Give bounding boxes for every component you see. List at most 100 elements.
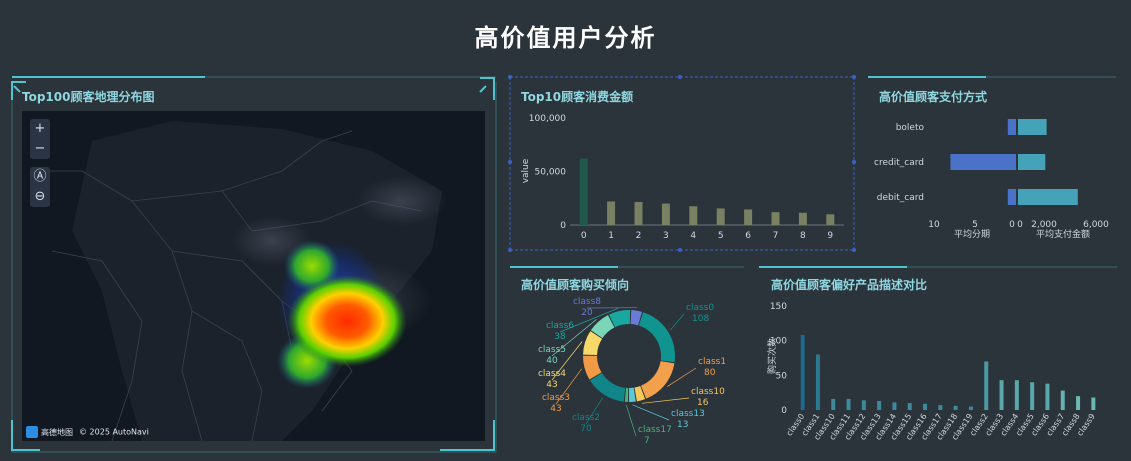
bar	[771, 212, 780, 225]
bar	[661, 203, 670, 225]
bar-payment-value	[1018, 154, 1046, 170]
pie-slice	[629, 387, 636, 402]
purchase-frame	[510, 266, 744, 268]
bar-installments	[1007, 119, 1016, 135]
x-tick-label: 1	[608, 231, 614, 241]
pie-label-name: class8	[573, 297, 601, 307]
left-tick-label: 0	[1009, 220, 1015, 230]
bar	[861, 400, 866, 410]
bar	[846, 398, 851, 410]
bar	[831, 398, 836, 410]
bar	[1091, 397, 1096, 410]
y-tick-label: 100,000	[529, 114, 566, 124]
product-chart: 050100150购买次数class0class1class10class11c…	[766, 302, 1097, 442]
pie-label-value: 20	[581, 308, 593, 318]
pie-label-value: 80	[704, 368, 716, 378]
payment-frame	[868, 76, 1116, 78]
view-controls: Ⓐ ⊖	[30, 167, 50, 207]
amap-logo-icon	[26, 426, 38, 438]
map-logo-text: 高德地图	[41, 427, 73, 437]
bar	[689, 206, 698, 225]
top10-chart: 0 50,000 100,000 value 0 1 2 3 4 5 6 7 8 9	[521, 114, 844, 241]
y-tick-label: 0	[781, 406, 787, 416]
x-tick-label: 8	[800, 231, 806, 241]
y-axis-label: value	[521, 158, 531, 183]
bar	[579, 158, 588, 225]
pie-label-name: class4	[538, 369, 566, 379]
pie-label-value: 43	[546, 380, 557, 390]
page-title: 高价值用户分析	[474, 24, 657, 52]
pie-label-leader	[625, 404, 637, 437]
map-copyright: © 2025 AutoNavi	[79, 427, 149, 437]
x-tick-label: 3	[663, 231, 669, 241]
bar	[907, 403, 912, 410]
product-frame	[759, 266, 1117, 268]
right-tick-label: 6,000	[1083, 220, 1109, 230]
x-tick-label: 7	[773, 231, 779, 241]
right-tick-label: 2,000	[1031, 220, 1057, 230]
left-tick-label: 5	[972, 220, 978, 230]
zoom-controls: + −	[30, 119, 50, 159]
bar	[1076, 396, 1081, 410]
y-tick-label: 50,000	[535, 168, 567, 178]
purchase-title: 高价值顾客购买倾向	[521, 278, 630, 292]
pie-slice	[624, 387, 629, 402]
bar	[1060, 390, 1065, 410]
y-tick-label: 0	[560, 221, 566, 231]
x-tick-label: 9	[827, 231, 833, 241]
map-panel-title: Top100顾客地理分布图	[22, 90, 155, 104]
pie-label-name: class1	[698, 357, 726, 367]
pie-slice	[590, 372, 626, 402]
product-title: 高价值顾客偏好产品描述对比	[771, 278, 928, 292]
pie-slice	[640, 361, 675, 399]
bar-payment-value	[1018, 189, 1078, 205]
bar	[892, 402, 897, 410]
pie-label-value: 16	[697, 398, 709, 408]
pie-label-value: 70	[580, 424, 592, 434]
zoom-in-button[interactable]: +	[30, 119, 50, 139]
y-tick-label: 150	[770, 302, 787, 312]
zoom-out-button[interactable]: −	[30, 139, 50, 159]
bar	[798, 212, 807, 225]
category-label: debit_card	[877, 193, 924, 203]
map-canvas[interactable]	[22, 111, 485, 441]
bar	[716, 208, 725, 225]
heatmap-map[interactable]: + − Ⓐ ⊖ 高德地图 © 2025 AutoNavi	[22, 111, 485, 441]
pie-label-name: class10	[691, 387, 725, 397]
bar	[999, 380, 1004, 410]
bar	[826, 214, 835, 225]
category-label: credit_card	[874, 158, 924, 168]
bar-installments	[1007, 189, 1016, 205]
pie-label-value: 40	[546, 356, 558, 366]
category-label: boleto	[896, 123, 925, 133]
bar	[1014, 380, 1019, 410]
bar-payment-value	[1018, 119, 1047, 135]
pie-label-name: class3	[542, 393, 570, 403]
pie-label-leader	[632, 404, 670, 421]
pie-label-name: class2	[572, 413, 600, 423]
compass-icon[interactable]: Ⓐ	[30, 167, 50, 187]
pie-label-value: 38	[554, 332, 566, 342]
x-tick-label: 4	[690, 231, 696, 241]
bar	[1030, 382, 1035, 410]
bar-installments	[950, 154, 1016, 170]
bar	[815, 354, 820, 410]
tilt-icon[interactable]: ⊖	[30, 187, 50, 207]
pie-label-name: class6	[546, 321, 574, 331]
bar	[923, 403, 928, 410]
bar	[984, 361, 989, 410]
bar	[607, 201, 616, 225]
pie-label-leader	[641, 397, 690, 404]
bar	[800, 335, 805, 410]
pie-label-value: 43	[550, 404, 561, 414]
pie-label-name: class13	[671, 409, 705, 419]
pie-label-value: 108	[692, 314, 709, 324]
map-attribution: 高德地图 © 2025 AutoNavi	[26, 426, 149, 438]
x-tick-label: 6	[745, 231, 751, 241]
left-tick-label: 10	[928, 220, 940, 230]
payment-title: 高价值顾客支付方式	[879, 90, 988, 104]
purchase-pie-chart: class0108 class180 class1016class1313 class…	[538, 297, 726, 446]
x-tick-label: 5	[718, 231, 724, 241]
pie-slice	[638, 312, 675, 363]
payment-chart: boleto credit_card debit_card 10 5 0 0 2,000 6,0…	[874, 119, 1109, 240]
